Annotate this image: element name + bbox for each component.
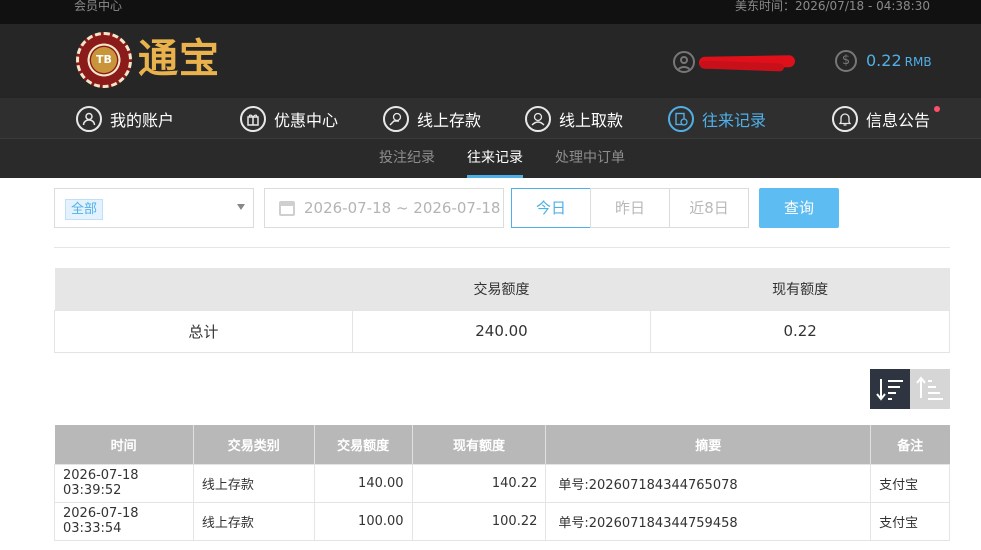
top-info-bar: 会员中心 美东时间：2026/07/18 - 04:38:30 bbox=[0, 0, 981, 24]
cell-summary: 单号:202607184344759458 bbox=[545, 501, 872, 541]
selected-type-tag[interactable]: 全部 bbox=[65, 199, 104, 220]
account-balance: 0.22 RMB bbox=[866, 50, 932, 73]
user-avatar-icon[interactable] bbox=[673, 51, 695, 73]
query-button[interactable]: 查询 bbox=[759, 188, 839, 228]
sort-descending-icon bbox=[876, 379, 903, 401]
summary-total-amount: 240.00 bbox=[351, 309, 652, 353]
col-type[interactable]: 交易类别 bbox=[193, 425, 315, 464]
cell-balance: 100.22 bbox=[411, 501, 547, 541]
summary-total-label: 总计 bbox=[54, 309, 353, 353]
tab-bet-records[interactable]: 投注纪录 bbox=[379, 139, 435, 178]
cell-amount: 100.00 bbox=[313, 501, 413, 541]
brand-name: 通宝 bbox=[138, 35, 220, 82]
range-today-button[interactable]: 今日 bbox=[511, 188, 591, 228]
transaction-type-select[interactable]: 全部 bbox=[54, 188, 254, 228]
col-time[interactable]: 时间 bbox=[54, 425, 194, 464]
summary-row: 总计 240.00 0.22 bbox=[54, 309, 950, 353]
main-nav: 我的账户 优惠中心 线上存款 线上取款 往来记录 信息公告 bbox=[0, 98, 981, 139]
unread-dot bbox=[934, 106, 941, 112]
site-logo[interactable]: TB 通宝 bbox=[76, 32, 236, 88]
balance-unit: RMB bbox=[904, 55, 932, 69]
cell-summary: 单号:202607184344765078 bbox=[545, 463, 872, 503]
poker-chip-icon: TB bbox=[76, 32, 132, 88]
date-range-value: 2026-07-18 ~ 2026-07-18 bbox=[304, 199, 501, 217]
range-last-8-days-button[interactable]: 近8日 bbox=[669, 188, 749, 228]
nav-label: 线上存款 bbox=[417, 110, 482, 130]
deposit-icon bbox=[383, 105, 409, 132]
nav-online-withdraw[interactable]: 线上取款 bbox=[525, 98, 623, 139]
nav-label: 我的账户 bbox=[110, 110, 175, 130]
sub-nav: 投注纪录 往来记录 处理中订单 bbox=[0, 139, 981, 178]
sort-ascending-icon bbox=[916, 376, 943, 400]
nav-online-deposit[interactable]: 线上存款 bbox=[383, 98, 481, 139]
withdraw-icon bbox=[525, 105, 551, 132]
nav-label: 信息公告 bbox=[866, 110, 931, 130]
cell-amount: 140.00 bbox=[313, 463, 413, 503]
dollar-coin-icon: $ bbox=[835, 50, 857, 72]
col-amount[interactable]: 交易额度 bbox=[314, 425, 413, 464]
summary-header-blank bbox=[54, 268, 353, 310]
nav-announcements[interactable]: 信息公告 bbox=[832, 98, 941, 139]
table-row: 2026-07-18 03:33:54 线上存款 100.00 100.22 单… bbox=[54, 501, 950, 541]
summary-header-balance: 现有额度 bbox=[650, 268, 950, 310]
nav-promotions[interactable]: 优惠中心 bbox=[240, 98, 338, 139]
summary-header-amount: 交易额度 bbox=[352, 268, 651, 310]
sort-descending-button[interactable] bbox=[870, 369, 910, 409]
balance-value: 0.22 bbox=[866, 51, 902, 70]
nav-transaction-records[interactable]: 往来记录 bbox=[668, 98, 766, 139]
member-center-label: 会员中心 bbox=[74, 0, 123, 13]
nav-label: 线上取款 bbox=[559, 110, 624, 130]
date-range-input[interactable]: 2026-07-18 ~ 2026-07-18 bbox=[264, 188, 504, 228]
table-row: 2026-07-18 03:39:52 线上存款 140.00 140.22 单… bbox=[54, 463, 950, 503]
cell-time: 2026-07-18 03:39:52 bbox=[54, 463, 194, 503]
col-summary[interactable]: 摘要 bbox=[545, 425, 872, 464]
section-divider bbox=[54, 247, 950, 248]
brand-header: TB 通宝 $ 0.22 RMB bbox=[0, 24, 981, 98]
user-icon bbox=[76, 105, 102, 132]
cell-remark: 支付宝 bbox=[870, 501, 950, 541]
eastern-time-label: 美东时间：2026/07/18 - 04:38:30 bbox=[734, 0, 930, 13]
gift-icon bbox=[240, 105, 266, 132]
bell-icon bbox=[832, 105, 858, 132]
sort-ascending-button[interactable] bbox=[910, 369, 950, 409]
records-table: 时间 交易类别 交易额度 现有额度 摘要 备注 2026-07-18 03:39… bbox=[54, 425, 950, 541]
nav-label: 往来记录 bbox=[702, 110, 767, 130]
cell-remark: 支付宝 bbox=[870, 463, 950, 503]
range-yesterday-button[interactable]: 昨日 bbox=[590, 188, 670, 228]
cell-type: 线上存款 bbox=[192, 501, 315, 541]
redacted-username-mark bbox=[699, 60, 785, 72]
chevron-down-icon bbox=[237, 204, 245, 210]
col-remark[interactable]: 备注 bbox=[870, 425, 950, 464]
cell-type: 线上存款 bbox=[192, 463, 315, 503]
calendar-icon bbox=[279, 201, 295, 216]
cell-balance: 140.22 bbox=[411, 463, 547, 503]
chip-label: TB bbox=[91, 47, 117, 73]
tab-transaction-records[interactable]: 往来记录 bbox=[467, 139, 523, 178]
nav-my-account[interactable]: 我的账户 bbox=[76, 98, 174, 139]
summary-current-balance: 0.22 bbox=[650, 309, 950, 353]
tab-pending-orders[interactable]: 处理中订单 bbox=[555, 139, 625, 178]
nav-label: 优惠中心 bbox=[274, 110, 339, 130]
cell-time: 2026-07-18 03:33:54 bbox=[54, 501, 194, 541]
col-balance[interactable]: 现有额度 bbox=[412, 425, 547, 464]
summary-table: 交易额度 现有额度 总计 240.00 0.22 bbox=[54, 268, 950, 353]
records-icon bbox=[668, 105, 694, 132]
